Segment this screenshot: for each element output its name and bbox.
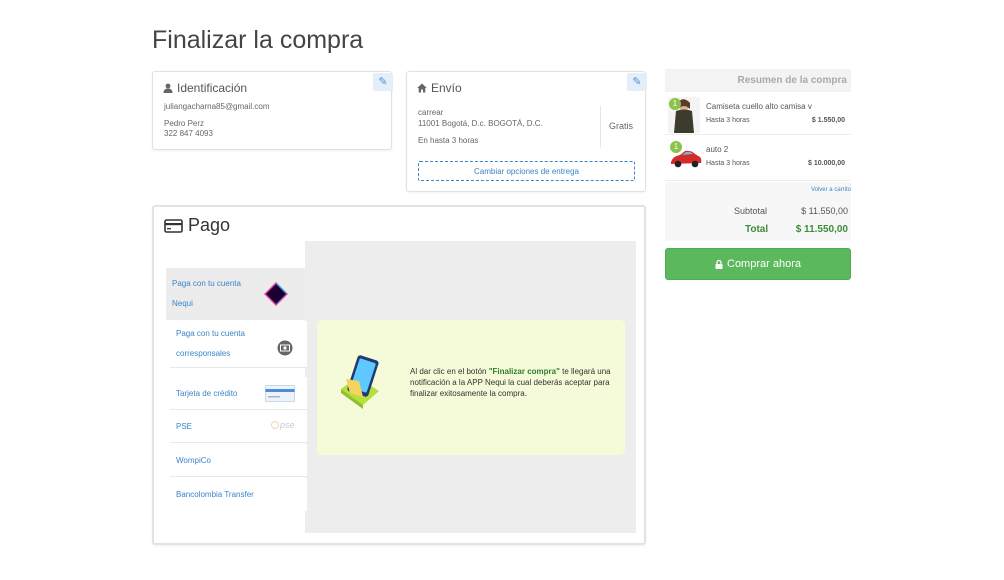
phone-notification-icon [341,355,379,409]
edit-identification-icon[interactable]: ✎ [373,73,393,91]
nequi-logo-icon [264,282,288,306]
summary-item-name: Camiseta cuello alto camisa v [706,102,812,111]
summary-item-price: $ 10.000,00 [808,160,845,167]
summary-header: Resumen de la compra [665,69,851,92]
identification-panel: Identificación ✎ juliangacharna85@gmail.… [152,71,393,150]
nequi-instructions-pre: Al dar clic en el botón [410,367,489,376]
summary-panel: Resumen de la compra 1 Camiseta cuello a… [665,69,851,241]
payment-method-credit-card-label: Tarjeta de crédito [176,388,238,398]
checkout-page: Finalizar la compra Identificación ✎ jul… [0,0,1004,580]
customer-email: juliangacharna85@gmail.com [164,102,270,111]
payment-method-bancolombia-label: Bancolombia Transfer [176,490,254,499]
total-label: Total [745,224,769,235]
lock-icon [715,259,723,269]
pse-logo-text: pse [280,420,295,430]
payment-method-bancolombia[interactable]: Bancolombia Transfer [170,478,307,511]
buy-now-label: Comprar ahora [727,258,801,270]
shipping-price: Gratis [609,121,634,131]
shipping-address-line1: carrear [418,108,444,117]
payment-title: Pago [188,215,231,235]
summary-item-eta: Hasta 3 horas [706,117,750,124]
pse-logo-circle-icon [271,421,279,429]
payment-method-credit-card[interactable]: Tarjeta de crédito [170,377,307,410]
payment-method-nequi[interactable]: Paga con tu cuenta Nequi [166,268,307,320]
nequi-instructions-text: Al dar clic en el botón "Finalizar compr… [410,366,622,399]
shipping-title: Envío [431,81,462,95]
payment-method-nequi-label: Paga con tu cuenta Nequi [172,279,241,308]
shipping-header: Envío [417,81,462,95]
quantity-badge: 1 [669,98,681,110]
payment-method-pse-label: PSE [176,421,193,431]
payment-method-wompico[interactable]: WompiCo [170,444,307,477]
back-to-cart-link[interactable]: Volver a carrito [811,187,851,193]
page-title: Finalizar la compra [152,26,364,54]
payment-method-pse[interactable]: PSE pse [170,410,307,443]
summary-item-price: $ 1.550,00 [811,117,845,124]
quantity-badge: 1 [670,141,682,153]
shipping-address-line2: 11001 Bogotá, D.c. BOGOTÁ, D.C. [418,119,543,128]
summary-item: 1 auto 2 Hasta 3 horas $ 10.000,00 [665,137,851,181]
identification-title: Identificación [177,81,248,95]
shipping-panel: Envío ✎ carrear 11001 Bogotá, D.c. BOGOT… [406,71,647,192]
subtotal-value: $ 11.550,00 [801,206,848,216]
payment-method-corresponsales-label: Paga con tu cuenta corresponsales [176,329,245,358]
payment-panel: Pago Paga con tu cuenta Nequi Paga con t… [152,205,646,545]
nequi-instructions-highlight: "Finalizar compra" [488,367,560,376]
cash-icon [277,340,293,356]
buy-now-button[interactable]: Comprar ahora [665,248,851,280]
nequi-instructions-box: Al dar clic en el botón "Finalizar compr… [317,320,625,455]
credit-card-logo-icon [265,385,295,402]
identification-header: Identificación [163,81,247,95]
payment-header: Pago [164,215,230,236]
change-delivery-button[interactable]: Cambiar opciones de entrega [418,161,635,181]
shipping-eta: En hasta 3 horas [418,136,479,145]
shipping-divider [600,106,601,148]
edit-shipping-icon[interactable]: ✎ [627,73,647,91]
payment-method-wompico-label: WompiCo [176,455,211,465]
pse-logo-icon: pse [271,420,295,430]
customer-phone: 322 847 4093 [164,129,213,138]
total-value: $ 11.550,00 [795,224,848,235]
credit-card-icon [164,218,183,233]
summary-item: 1 Camiseta cuello alto camisa v Hasta 3 … [665,95,851,135]
payment-method-corresponsales[interactable]: Paga con tu cuenta corresponsales [170,321,307,368]
subtotal-label: Subtotal [734,206,768,216]
summary-item-eta: Hasta 3 horas [706,160,750,167]
home-icon [417,83,427,93]
user-icon [163,83,173,93]
summary-item-name: auto 2 [706,145,729,154]
